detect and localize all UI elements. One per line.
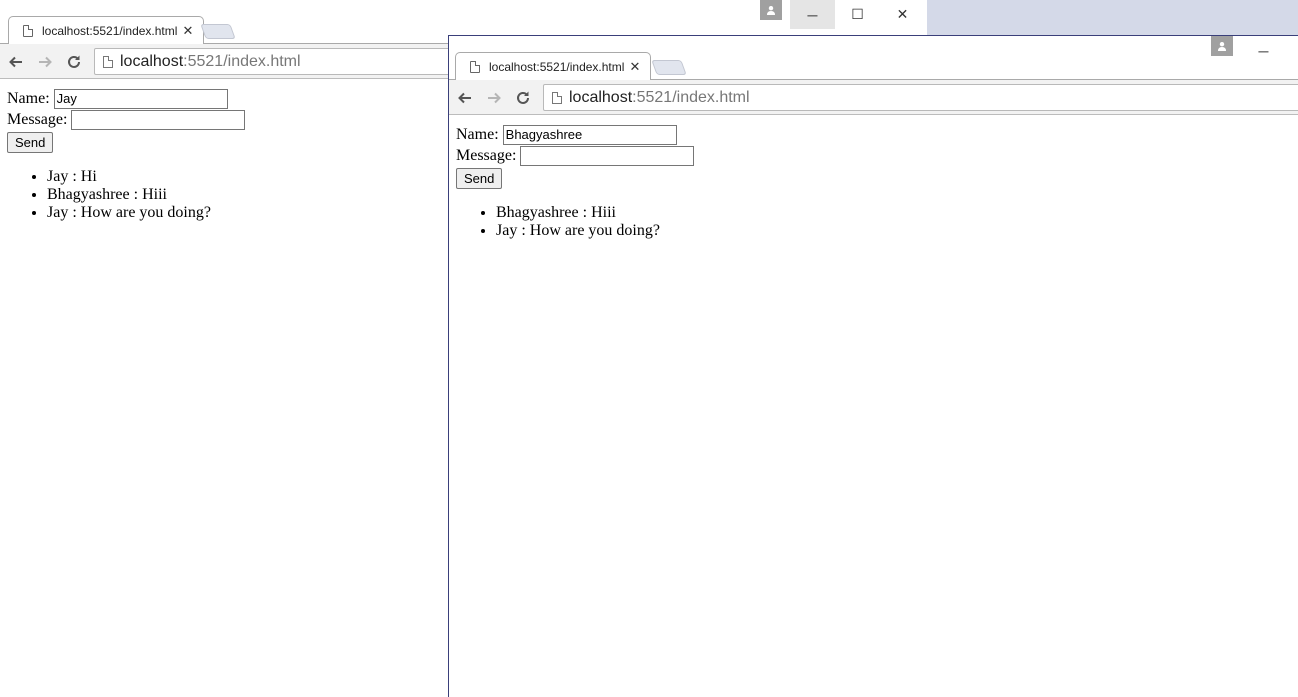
reload-icon[interactable] — [511, 86, 535, 110]
send-button[interactable]: Send — [7, 132, 54, 153]
reload-icon[interactable] — [62, 50, 86, 74]
title-bar: localhost:5521/index.html ✕ ─ — [449, 36, 1298, 81]
tab-title: localhost:5521/index.html — [489, 60, 625, 74]
list-item: Jay : How are you doing? — [496, 222, 1291, 240]
send-button[interactable]: Send — [456, 168, 503, 189]
close-window-button[interactable]: ✕ — [880, 0, 925, 29]
name-label: Name: — [456, 125, 499, 143]
tab-active[interactable]: localhost:5521/index.html ✕ — [8, 16, 204, 45]
toolbar: localhost:5521/index.html — [449, 80, 1298, 115]
profile-icon[interactable] — [1211, 36, 1233, 56]
page-icon — [103, 55, 113, 68]
browser-window-2: localhost:5521/index.html ✕ ─ localhost:… — [448, 35, 1298, 697]
tab-title: localhost:5521/index.html — [42, 24, 178, 38]
new-tab-button[interactable] — [651, 60, 687, 75]
new-tab-button[interactable] — [200, 24, 236, 39]
list-item: Bhagyashree : Hiii — [496, 204, 1291, 222]
url-path: :5521/index.html — [632, 88, 750, 106]
page-content: Name: Bhagyashree Message: Send Bhagyash… — [449, 116, 1298, 697]
message-label: Message: — [7, 110, 68, 128]
message-list: Bhagyashree : Hiii Jay : How are you doi… — [456, 204, 1291, 240]
message-input[interactable] — [71, 109, 246, 130]
url-path: :5521/index.html — [183, 52, 301, 70]
back-icon[interactable] — [453, 86, 477, 110]
page-icon — [470, 61, 480, 73]
back-icon[interactable] — [4, 50, 28, 74]
address-bar[interactable]: localhost:5521/index.html — [543, 84, 1298, 111]
name-input[interactable]: Jay — [53, 88, 228, 109]
page-icon — [552, 91, 562, 104]
minimize-button[interactable]: ─ — [790, 0, 835, 29]
name-label: Name: — [7, 89, 50, 107]
url-host: localhost — [120, 52, 184, 70]
page-icon — [23, 25, 33, 37]
url-host: localhost — [569, 88, 633, 106]
tab-close-icon[interactable]: ✕ — [181, 23, 195, 39]
tab-close-icon[interactable]: ✕ — [628, 59, 642, 75]
message-input[interactable] — [520, 145, 695, 166]
minimize-button[interactable]: ─ — [1241, 36, 1286, 65]
message-label: Message: — [456, 146, 517, 164]
forward-icon[interactable] — [33, 50, 57, 74]
name-input[interactable]: Bhagyashree — [502, 124, 677, 145]
profile-icon[interactable] — [760, 0, 782, 20]
tab-active[interactable]: localhost:5521/index.html ✕ — [455, 52, 651, 81]
maximize-button[interactable]: ☐ — [835, 0, 880, 29]
forward-icon[interactable] — [482, 86, 506, 110]
